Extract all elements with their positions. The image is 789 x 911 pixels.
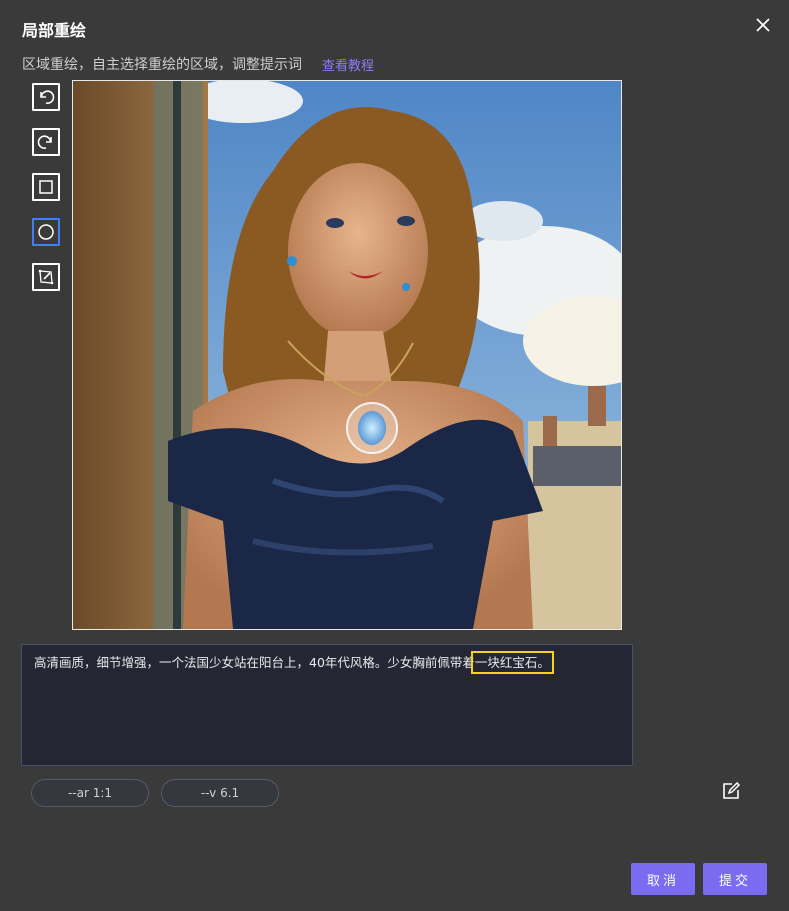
image-canvas[interactable] [72,80,622,630]
tool-bar [32,83,60,308]
aspect-ratio-chip[interactable]: --ar 1:1 [31,779,149,807]
dialog-title: 局部重绘 [22,21,87,40]
submit-button[interactable]: 提交 [703,863,767,895]
redo-button[interactable] [32,128,60,156]
lasso-select-button[interactable] [32,263,60,291]
circle-select-icon [38,224,54,240]
undo-icon [40,90,55,104]
redo-icon [37,135,52,149]
subtitle-text: 区域重绘，自主选择重绘的区域，调整提示词 [22,57,302,73]
tutorial-link[interactable]: 查看教程 [322,55,374,74]
dialog-subtitle: 区域重绘，自主选择重绘的区域，调整提示词 查看教程 [22,54,374,74]
cancel-button[interactable]: 取消 [631,863,695,895]
prompt-text: 高清画质，细节增强，一个法国少女站在阳台上，40年代风格。少女胸前佩带着 [34,655,475,670]
lasso-select-icon [38,269,54,285]
circle-select-button[interactable] [32,218,60,246]
rectangle-select-button[interactable] [32,173,60,201]
prompt-highlight: 一块红宝石。 [470,651,554,674]
version-chip[interactable]: --v 6.1 [161,779,279,807]
rectangle-select-icon [39,180,53,194]
selection-circle [346,402,398,454]
undo-button[interactable] [32,83,60,111]
portrait-image [73,81,621,629]
edit-icon[interactable] [720,780,742,802]
close-icon[interactable] [752,14,774,36]
prompt-textarea[interactable]: 高清画质，细节增强，一个法国少女站在阳台上，40年代风格。少女胸前佩带着一块红宝… [21,644,633,766]
